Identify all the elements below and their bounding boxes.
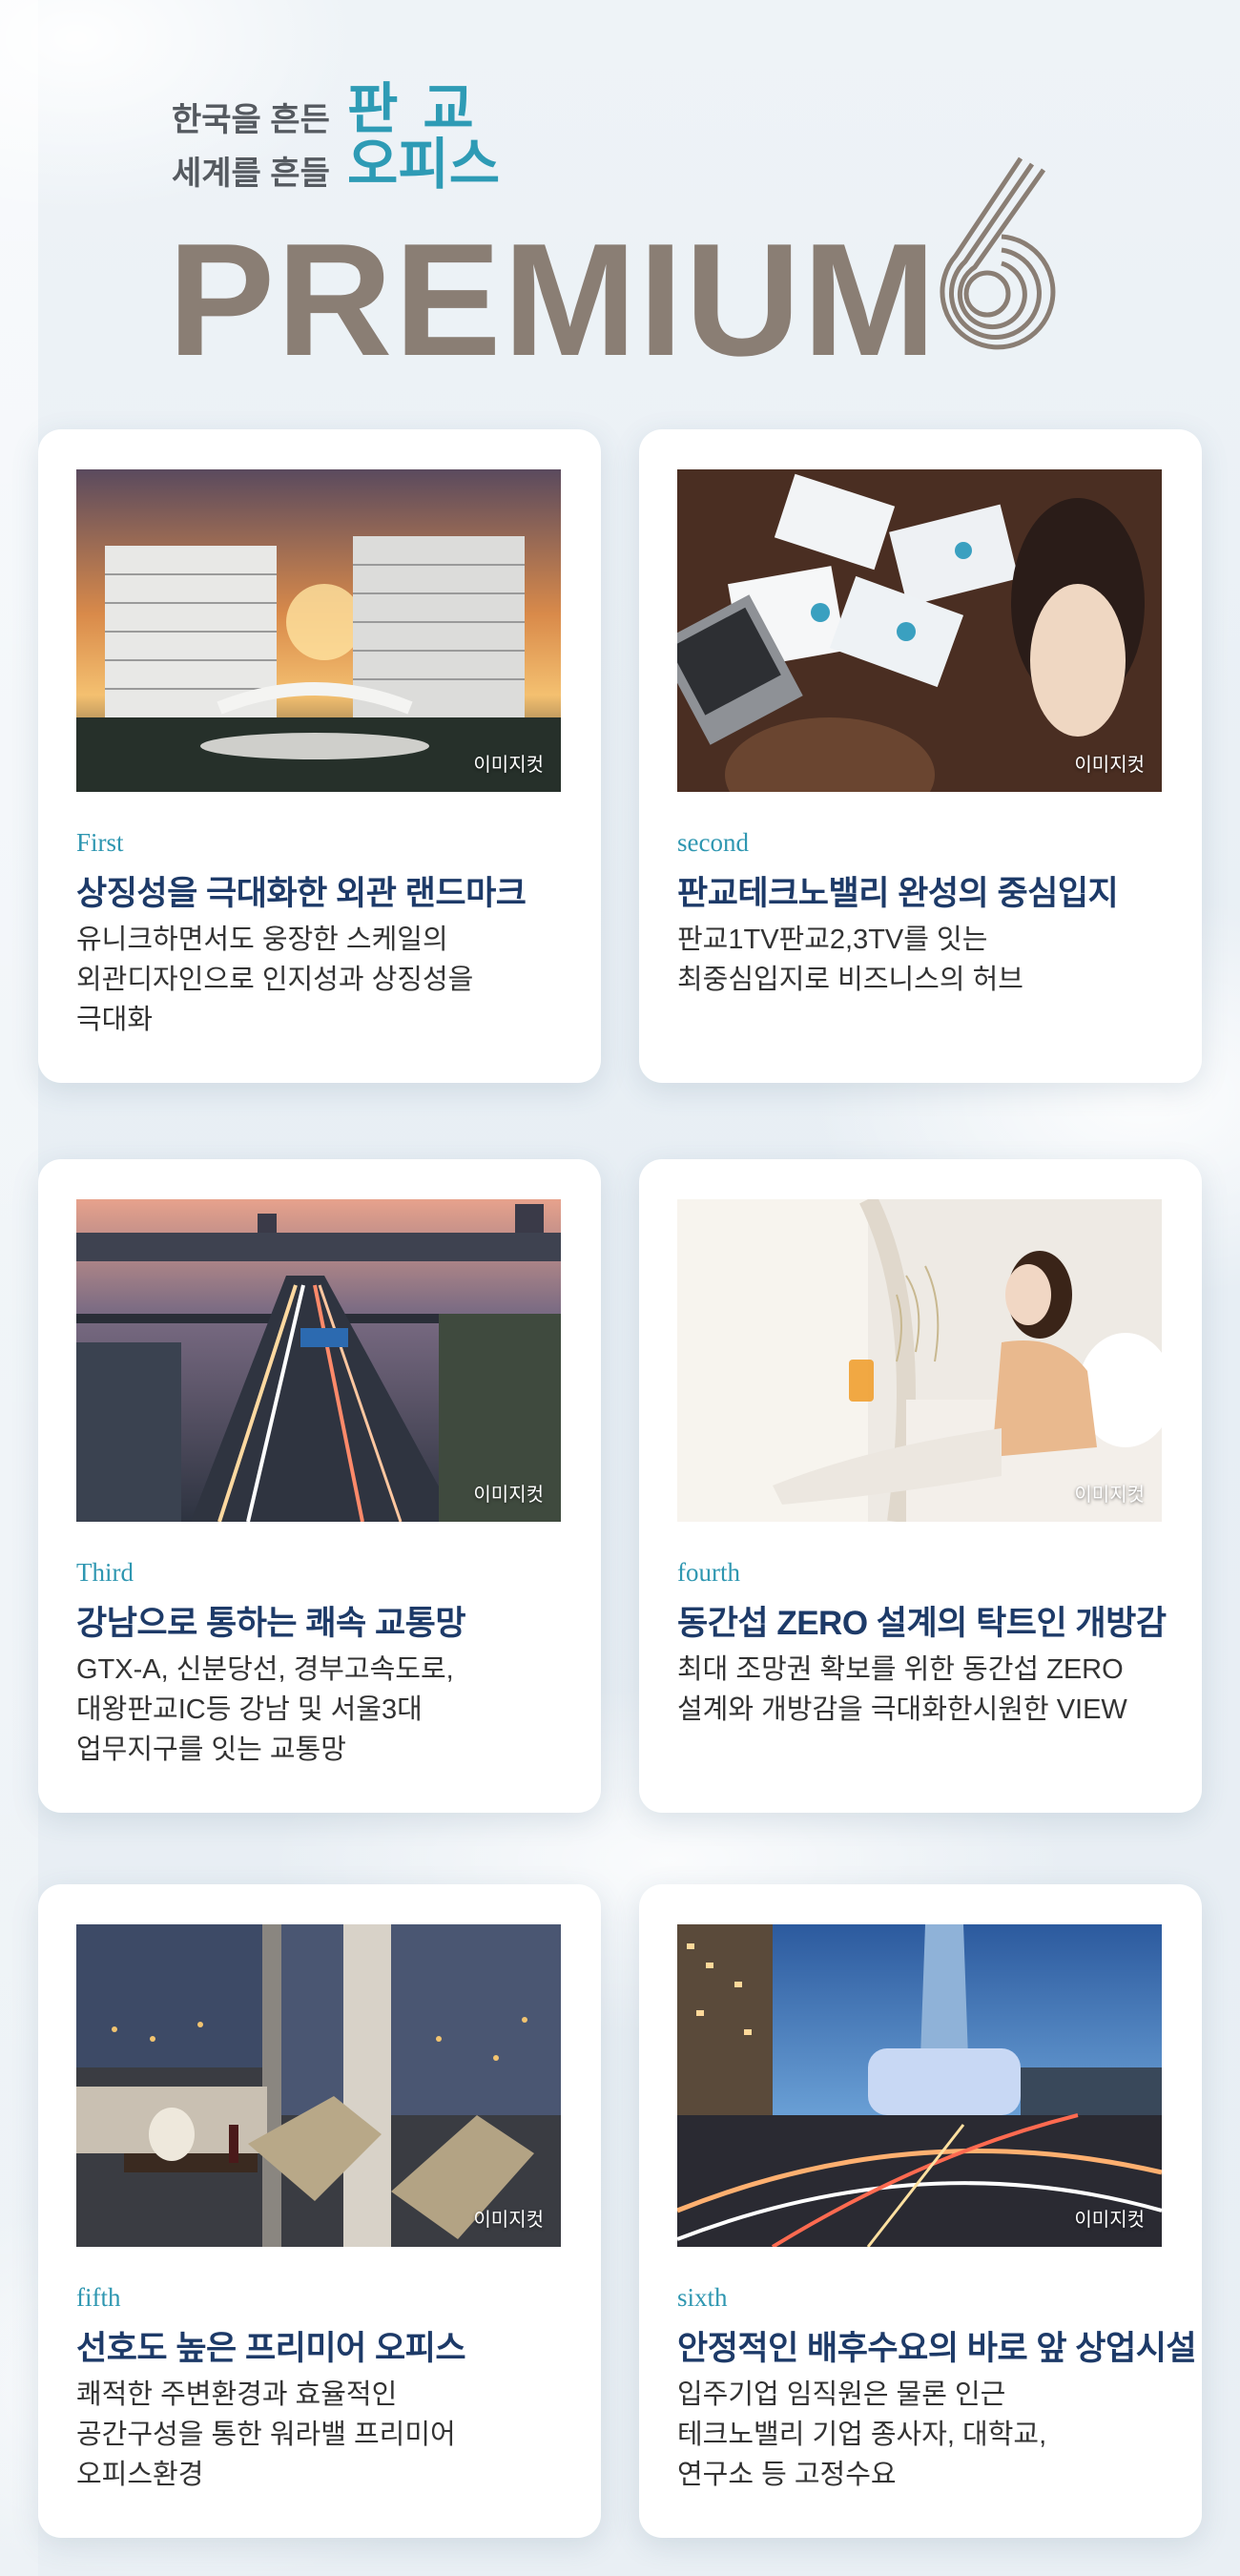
card-heading: 선호도 높은 프리미어 오피스 (76, 2330, 466, 2367)
card-ordinal: Third (76, 1558, 134, 1587)
accent-pangyo: 판교 (347, 78, 499, 140)
card-ordinal: fifth (76, 2283, 121, 2312)
card-description: 쾌적한 주변환경과 효율적인 공간구성을 통한 워라밸 프리미어 오피스환경 (76, 2375, 563, 2495)
feature-card-6: 이미지컷 sixth 안정적인 배후수요의 바로 앞 상업시설 입주기업 임직원… (639, 1884, 1202, 2538)
feature-card-4: 이미지컷 fourth 동간섭 ZERO 설계의 탁트인 개방감 최대 조망권 … (639, 1159, 1202, 1813)
card-heading: 상징성을 극대화한 외관 랜드마크 (76, 875, 527, 912)
card-ordinal: fourth (677, 1558, 740, 1587)
photo-caption: 이미지컷 (473, 1485, 544, 1506)
photo-caption: 이미지컷 (1074, 1485, 1145, 1506)
card-ordinal: First (76, 828, 124, 857)
feature-card-2: 이미지컷 second 판교테크노밸리 완성의 중심입지 판교1TV판교2,3T… (639, 429, 1202, 1083)
desc-line: 쾌적한 주변환경과 효율적인 (76, 2379, 398, 2410)
card-ordinal: second (677, 828, 749, 857)
tagline-line-1: 한국을 흔든 (172, 102, 330, 138)
card-heading: 안정적인 배후수요의 바로 앞 상업시설 (677, 2330, 1197, 2367)
tagline-line-2: 세계를 흔들 (172, 156, 330, 192)
desc-line: 테크노밸리 기업 종사자, 대학교, (677, 2420, 1047, 2450)
building-sunset-photo: 이미지컷 (76, 469, 561, 792)
page-header: 한국을 흔든 세계를 흔들 판교 오피스 PREMIUM 6 (168, 76, 1087, 382)
desc-line: 판교1TV판교2,3TV를 잇는 (677, 924, 988, 955)
city-intersection-photo: 이미지컷 (677, 1924, 1162, 2247)
highway-photo: 이미지컷 (76, 1199, 561, 1522)
woman-on-sofa-photo: 이미지컷 (677, 1199, 1162, 1522)
accent-office: 오피스 (347, 134, 501, 196)
desc-line: 입주기업 임직원은 물론 인근 (677, 2379, 1006, 2410)
photo-caption: 이미지컷 (1074, 755, 1145, 776)
left-stripe (0, 0, 38, 2576)
desc-line: 공간구성을 통한 워라밸 프리미어 (76, 2420, 456, 2450)
photo-caption: 이미지컷 (1074, 2210, 1145, 2231)
card-description: GTX-A, 신분당선, 경부고속도로, 대왕판교IC등 강남 및 서울3대 업… (76, 1650, 563, 1770)
business-meeting-photo: 이미지컷 (677, 469, 1162, 792)
desc-line: 극대화 (76, 1005, 154, 1035)
photo-caption: 이미지컷 (473, 755, 544, 776)
card-heading: 강남으로 통하는 쾌속 교통망 (76, 1605, 466, 1642)
card-heading: 동간섭 ZERO 설계의 탁트인 개방감 (677, 1605, 1167, 1642)
desc-line: 최대 조망권 확보를 위한 동간섭 ZERO (677, 1654, 1124, 1685)
desc-line: 유니크하면서도 웅장한 스케일의 (76, 924, 448, 955)
desc-line: GTX-A, 신분당선, 경부고속도로, (76, 1654, 454, 1685)
feature-card-3: 이미지컷 Third 강남으로 통하는 쾌속 교통망 GTX-A, 신분당선, … (38, 1159, 601, 1813)
desc-line: 오피스환경 (76, 2460, 204, 2490)
desc-line: 연구소 등 고정수요 (677, 2460, 897, 2490)
feature-card-5: 이미지컷 fifth 선호도 높은 프리미어 오피스 쾌적한 주변환경과 효율적… (38, 1884, 601, 2538)
photo-caption: 이미지컷 (473, 2210, 544, 2231)
desc-line: 업무지구를 잇는 교통망 (76, 1735, 346, 1765)
desc-line: 최중심입지로 비즈니스의 허브 (677, 965, 1023, 995)
card-heading: 판교테크노밸리 완성의 중심입지 (677, 875, 1119, 912)
desc-line: 대왕판교IC등 강남 및 서울3대 (76, 1694, 423, 1725)
card-description: 유니크하면서도 웅장한 스케일의 외관디자인으로 인지성과 상징성을 극대화 (76, 920, 563, 1040)
six-logo-mark: 6 (940, 156, 1056, 350)
lounge-interior-photo: 이미지컷 (76, 1924, 561, 2247)
premium-title: PREMIUM (168, 210, 939, 389)
card-description: 최대 조망권 확보를 위한 동간섭 ZERO 설계와 개방감을 극대화한시원한 … (677, 1650, 1164, 1730)
card-description: 판교1TV판교2,3TV를 잇는 최중심입지로 비즈니스의 허브 (677, 920, 1164, 1000)
desc-line: 외관디자인으로 인지성과 상징성을 (76, 965, 474, 995)
card-ordinal: sixth (677, 2283, 728, 2312)
feature-card-1: 이미지컷 First 상징성을 극대화한 외관 랜드마크 유니크하면서도 웅장한… (38, 429, 601, 1083)
card-description: 입주기업 임직원은 물론 인근 테크노밸리 기업 종사자, 대학교, 연구소 등… (677, 2375, 1164, 2495)
desc-line: 설계와 개방감을 극대화한시원한 VIEW (677, 1694, 1127, 1725)
